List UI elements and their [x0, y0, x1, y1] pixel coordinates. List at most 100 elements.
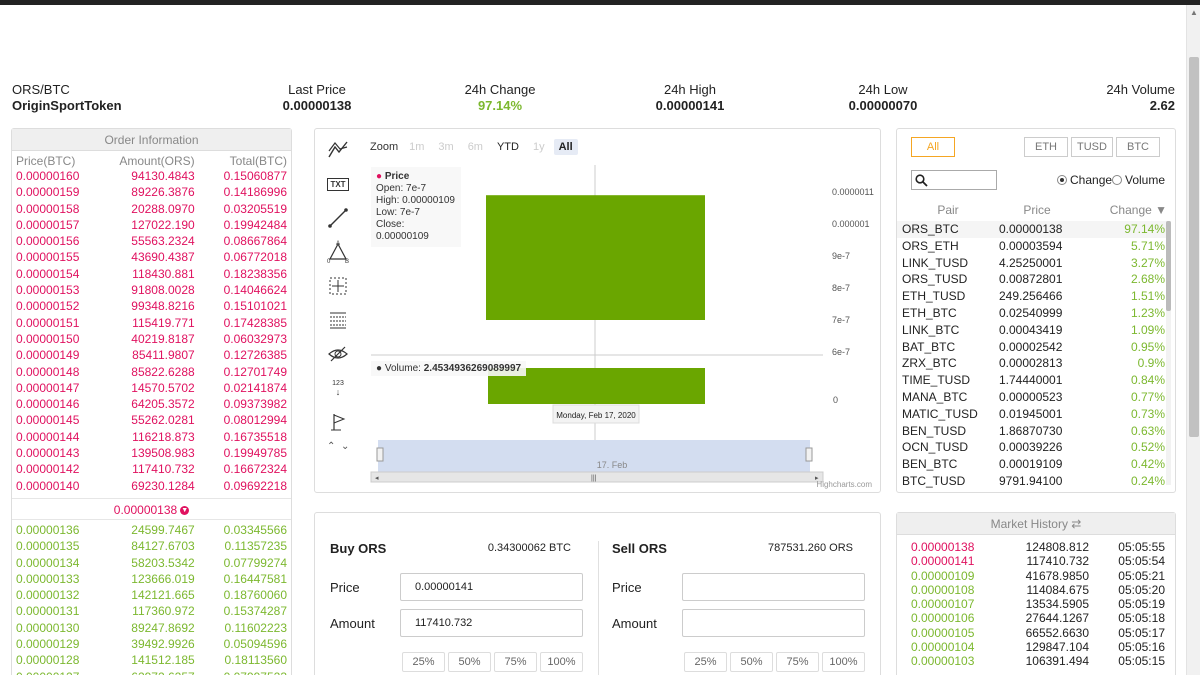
order-row[interactable]: 0.00000154 118430.881 0.18238356 — [12, 266, 291, 282]
order-row[interactable]: 0.00000134 58203.5342 0.07799274 — [12, 555, 291, 571]
market-search-input[interactable] — [911, 170, 997, 190]
market-row[interactable]: BEN_BTC 0.00019109 0.42% — [897, 456, 1169, 473]
order-row[interactable]: 0.00000136 24599.7467 0.03345566 — [12, 522, 291, 538]
history-amount: 41678.9850 — [1025, 568, 1089, 583]
order-row[interactable]: 0.00000128 141512.185 0.18113560 — [12, 652, 291, 668]
radio-change[interactable]: Change — [1057, 173, 1112, 187]
market-row[interactable]: ORS_BTC 0.00000138 97.14% — [897, 221, 1169, 238]
order-row[interactable]: 0.00000147 14570.5702 0.02141874 — [12, 380, 291, 396]
sell-amount-input[interactable] — [682, 609, 865, 637]
order-row[interactable]: 0.00000143 139508.983 0.19949785 — [12, 445, 291, 461]
order-amount: 85822.6288 — [131, 364, 195, 379]
order-total: 0.15101021 — [223, 299, 287, 314]
market-row[interactable]: BTC_TUSD 9791.94100 0.24% — [897, 473, 1169, 490]
history-row: 0.00000106 27644.1267 05:05:18 — [897, 611, 1175, 625]
market-row[interactable]: BEN_TUSD 1.86870730 0.63% — [897, 423, 1169, 440]
order-row[interactable]: 0.00000133 123666.019 0.16447581 — [12, 571, 291, 587]
order-row[interactable]: 0.00000148 85822.6288 0.12701749 — [12, 364, 291, 380]
tooltip-open: Open: 7e-7 — [376, 183, 427, 194]
market-row[interactable]: LINK_TUSD 4.25250001 3.27% — [897, 255, 1169, 272]
y-tick-label: 8e-7 — [832, 283, 850, 293]
col-pair[interactable]: Pair — [897, 203, 999, 217]
sell-50-button[interactable]: 50% — [730, 652, 773, 672]
order-row[interactable]: 0.00000132 142121.665 0.18760060 — [12, 587, 291, 603]
radio-volume[interactable]: Volume — [1112, 173, 1165, 187]
order-row[interactable]: 0.00000130 89247.8692 0.11602223 — [12, 620, 291, 636]
market-change: 1.51% — [1130, 289, 1165, 304]
market-row[interactable]: MANA_BTC 0.00000523 0.77% — [897, 389, 1169, 406]
market-row[interactable]: ETH_TUSD 249.256466 1.51% — [897, 288, 1169, 305]
history-price: 0.00000106 — [911, 611, 975, 626]
order-row[interactable]: 0.00000145 55262.0281 0.08012994 — [12, 412, 291, 428]
order-row[interactable]: 0.00000152 99348.8216 0.15101021 — [12, 298, 291, 314]
history-price: 0.00000108 — [911, 582, 975, 597]
page-scrollbar[interactable]: ▲ — [1186, 5, 1200, 675]
order-row[interactable]: 0.00000150 40219.8187 0.06032973 — [12, 331, 291, 347]
order-row[interactable]: 0.00000153 91808.0028 0.14046624 — [12, 282, 291, 298]
order-row[interactable]: 0.00000158 20288.0970 0.03205519 — [12, 201, 291, 217]
tab-tusd[interactable]: TUSD — [1071, 137, 1113, 157]
buy-amount-input[interactable]: 117410.732 — [400, 609, 583, 637]
sell-25-button[interactable]: 25% — [684, 652, 727, 672]
order-total: 0.18238356 — [223, 266, 287, 281]
order-row[interactable]: 0.00000151 115419.771 0.17428385 — [12, 315, 291, 331]
order-amount: 123666.019 — [131, 571, 195, 586]
market-price: 0.00019109 — [999, 457, 1063, 472]
tab-eth[interactable]: ETH — [1024, 137, 1068, 157]
buy-price-input[interactable]: 0.00000141 — [400, 573, 583, 601]
order-price: 0.00000152 — [16, 299, 80, 314]
order-row[interactable]: 0.00000155 43690.4387 0.06772018 — [12, 249, 291, 265]
order-row[interactable]: 0.00000131 117360.972 0.15374287 — [12, 603, 291, 619]
market-row[interactable]: OCN_TUSD 0.00039226 0.52% — [897, 439, 1169, 456]
market-row[interactable]: ZRX_BTC 0.00002813 0.9% — [897, 355, 1169, 372]
sell-100-button[interactable]: 100% — [822, 652, 865, 672]
scrollbar-thumb[interactable] — [1189, 57, 1199, 437]
market-row[interactable]: ORS_TUSD 0.00872801 2.68% — [897, 271, 1169, 288]
y-tick-label: 7e-7 — [832, 315, 850, 325]
buy-25-button[interactable]: 25% — [402, 652, 445, 672]
history-row: 0.00000141 117410.732 05:05:54 — [897, 554, 1175, 568]
market-row[interactable]: ORS_ETH 0.00003594 5.71% — [897, 238, 1169, 255]
order-row[interactable]: 0.00000129 39492.9926 0.05094596 — [12, 636, 291, 652]
market-pair: BAT_BTC — [902, 339, 956, 354]
order-row[interactable]: 0.00000142 117410.732 0.16672324 — [12, 461, 291, 477]
order-price: 0.00000149 — [16, 348, 80, 363]
highcharts-credit[interactable]: Highcharts.com — [816, 480, 872, 489]
market-row[interactable]: ETH_BTC 0.02540999 1.23% — [897, 305, 1169, 322]
order-row[interactable]: 0.00000156 55563.2324 0.08667864 — [12, 233, 291, 249]
buy-75-button[interactable]: 75% — [494, 652, 537, 672]
order-row[interactable]: 0.00000160 94130.4843 0.15060877 — [12, 168, 291, 184]
order-row[interactable]: 0.00000140 69230.1284 0.09692218 — [12, 478, 291, 494]
tab-all[interactable]: All — [911, 137, 955, 157]
market-row[interactable]: TIME_TUSD 1.74440001 0.84% — [897, 372, 1169, 389]
col-change-sort[interactable]: Change ▼ — [1075, 203, 1167, 217]
sell-title: Sell ORS — [612, 541, 667, 556]
order-price: 0.00000144 — [16, 429, 80, 444]
order-row[interactable]: 0.00000144 116218.873 0.16735518 — [12, 429, 291, 445]
mid-price[interactable]: 0.00000138 ▼ — [12, 497, 291, 520]
tab-btc[interactable]: BTC — [1116, 137, 1160, 157]
order-row[interactable]: 0.00000146 64205.3572 0.09373982 — [12, 396, 291, 412]
buy-50-button[interactable]: 50% — [448, 652, 491, 672]
scroll-up-icon[interactable]: ▲ — [1190, 8, 1198, 17]
order-row[interactable]: 0.00000157 127022.190 0.19942484 — [12, 217, 291, 233]
order-row[interactable]: 0.00000135 84127.6703 0.11357235 — [12, 538, 291, 554]
history-row: 0.00000109 41678.9850 05:05:21 — [897, 569, 1175, 583]
market-price: 0.00002542 — [999, 339, 1063, 354]
order-row[interactable]: 0.0000012762972.62570.07997523 — [12, 669, 291, 675]
sell-75-button[interactable]: 75% — [776, 652, 819, 672]
col-market-price[interactable]: Price — [999, 203, 1075, 217]
markets-scrollbar-thumb[interactable] — [1166, 221, 1171, 311]
sell-price-input[interactable] — [682, 573, 865, 601]
order-row[interactable]: 0.00000159 89226.3876 0.14186996 — [12, 184, 291, 200]
order-total: 0.06772018 — [223, 250, 287, 265]
order-row[interactable]: 0.00000149 85411.9807 0.12726385 — [12, 347, 291, 363]
history-price: 0.00000105 — [911, 625, 975, 640]
order-amount: 64205.3572 — [131, 397, 195, 412]
market-row[interactable]: MATIC_TUSD 0.01945001 0.73% — [897, 406, 1169, 423]
market-history-title[interactable]: Market History ⇄ — [897, 513, 1175, 535]
market-row[interactable]: LINK_BTC 0.00043419 1.09% — [897, 322, 1169, 339]
market-row[interactable]: BAT_BTC 0.00002542 0.95% — [897, 339, 1169, 356]
markets-scrollbar[interactable] — [1166, 221, 1171, 485]
buy-100-button[interactable]: 100% — [540, 652, 583, 672]
